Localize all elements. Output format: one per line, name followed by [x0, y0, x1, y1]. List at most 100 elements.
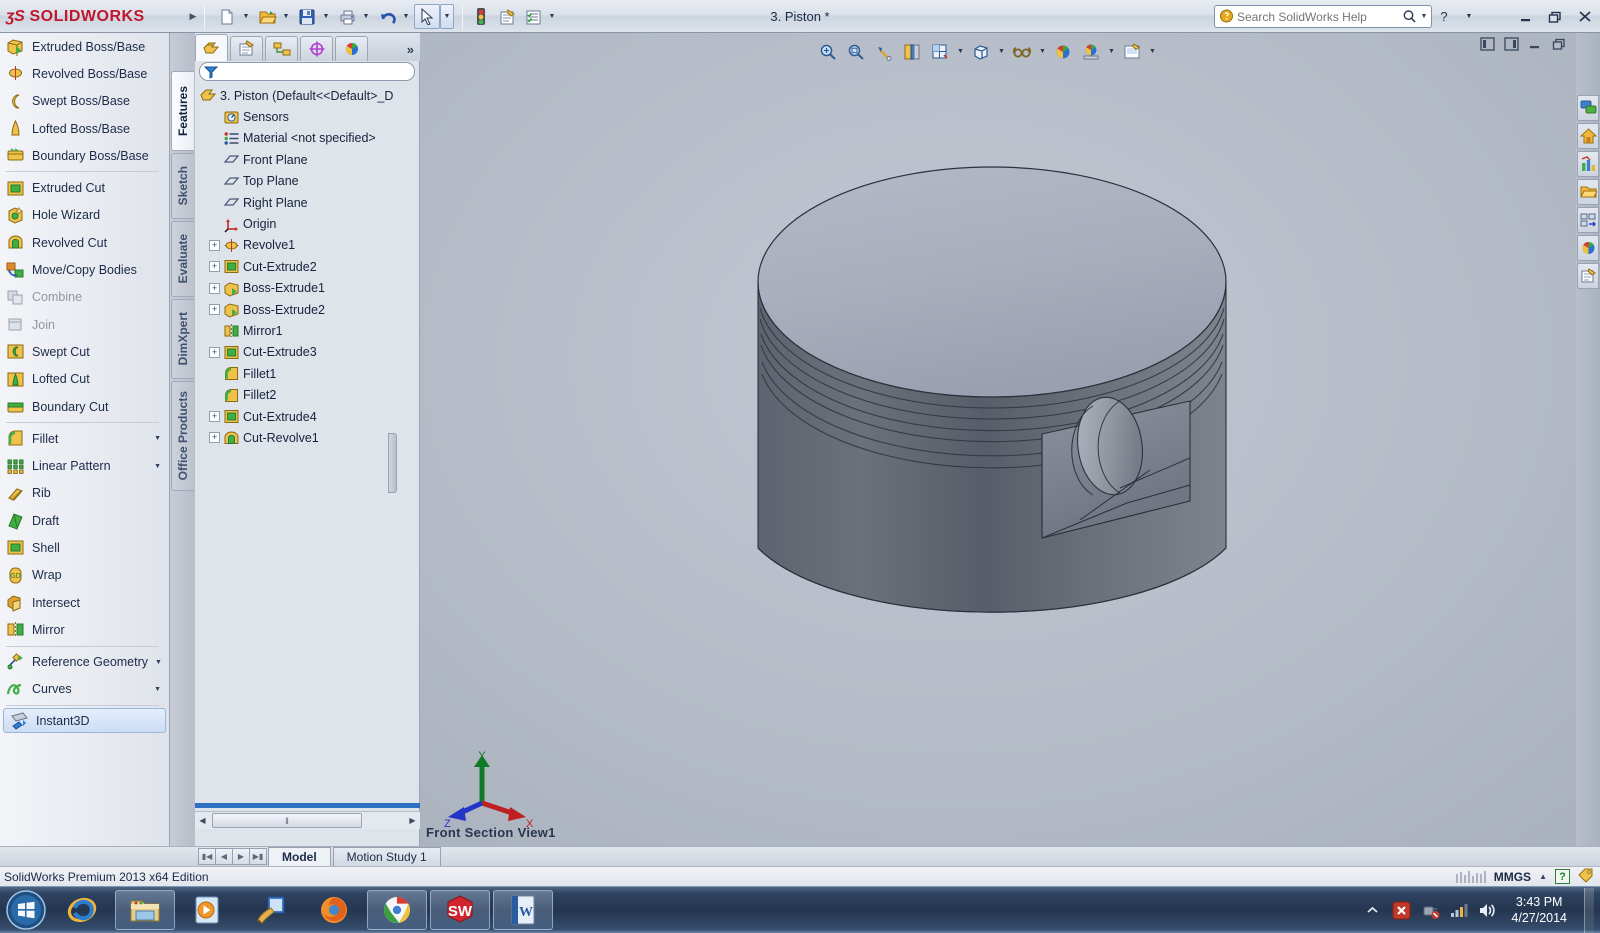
new-document-button[interactable]: [214, 4, 240, 29]
command-wrap[interactable]: GD Wrap: [0, 562, 169, 589]
word-taskbar-icon[interactable]: W: [493, 890, 553, 930]
panel-resize-grip[interactable]: [388, 433, 397, 493]
feature-tree-filter-input[interactable]: [218, 64, 414, 79]
tree-item-fillet2[interactable]: Fillet2: [195, 384, 420, 405]
previous-tab-icon[interactable]: ◀: [215, 848, 233, 865]
command-swept-cut[interactable]: Swept Cut: [0, 338, 169, 365]
undo-button[interactable]: [374, 4, 400, 29]
status-tag-icon[interactable]: [1578, 868, 1594, 886]
command-revolved-boss-base[interactable]: Revolved Boss/Base: [0, 60, 169, 87]
tree-item-cut-extrude2[interactable]: + Cut-Extrude2: [195, 256, 420, 277]
options-button[interactable]: [520, 4, 546, 29]
search-icon[interactable]: [1399, 9, 1419, 24]
help-button[interactable]: ?: [1433, 6, 1455, 27]
antivirus-alert-icon[interactable]: [1391, 900, 1411, 920]
command-lofted-boss-base[interactable]: Lofted Boss/Base: [0, 115, 169, 142]
tree-item-boss-extrude2[interactable]: + Boss-Extrude2: [195, 299, 420, 320]
graphics-area[interactable]: ▼ ▼ ▼ ▼ ▼ Y X Z Front Section View1: [420, 33, 1600, 846]
solidworks-resources-button[interactable]: [1577, 95, 1599, 121]
side-tab-dimxpert[interactable]: DimXpert: [171, 299, 194, 379]
dimxpert-manager-tab[interactable]: [300, 36, 333, 61]
network-signal-icon[interactable]: [1449, 900, 1469, 920]
options-dropdown-icon[interactable]: ▼: [546, 4, 558, 29]
units-dropdown-icon[interactable]: ▲: [1539, 872, 1547, 881]
scroll-right-icon[interactable]: ▶: [405, 813, 420, 829]
command-swept-boss-base[interactable]: Swept Boss/Base: [0, 88, 169, 115]
tree-item-cut-extrude4[interactable]: + Cut-Extrude4: [195, 406, 420, 427]
internet-explorer-taskbar-icon[interactable]: [52, 890, 112, 930]
new-document-dropdown-icon[interactable]: ▼: [240, 4, 252, 29]
taskbar-clock[interactable]: 3:43 PM 4/27/2014: [1507, 894, 1573, 926]
expand-icon[interactable]: +: [209, 346, 220, 358]
save-document-button[interactable]: [294, 4, 320, 29]
start-button[interactable]: [3, 888, 49, 932]
command-rib[interactable]: Rib: [0, 480, 169, 507]
expand-icon[interactable]: +: [209, 411, 220, 423]
next-tab-icon[interactable]: ▶: [232, 848, 250, 865]
command-combine[interactable]: Combine: [0, 284, 169, 311]
feature-tree-horizontal-scrollbar[interactable]: ◀ ‖ ▶: [195, 811, 420, 829]
open-document-dropdown-icon[interactable]: ▼: [280, 4, 292, 29]
command-extruded-cut[interactable]: Extruded Cut: [0, 174, 169, 201]
scroll-thumb[interactable]: ‖: [212, 813, 362, 828]
tree-item-right-plane[interactable]: Right Plane: [195, 192, 420, 213]
print-document-dropdown-icon[interactable]: ▼: [360, 4, 372, 29]
close-window-button[interactable]: [1574, 6, 1596, 27]
last-tab-icon[interactable]: ▶▮: [249, 848, 267, 865]
more-tabs-icon[interactable]: »: [407, 42, 414, 61]
feature-manager-tab[interactable]: [195, 34, 228, 61]
select-tool-button[interactable]: [414, 4, 440, 29]
command-reference-geometry[interactable]: Reference Geometry ▼: [0, 649, 169, 676]
command-revolved-cut[interactable]: Revolved Cut: [0, 229, 169, 256]
network-unplugged-icon[interactable]: [1420, 900, 1440, 920]
piston-3d-model[interactable]: Y X Z: [420, 33, 1600, 846]
tree-item-cut-revolve1[interactable]: + Cut-Revolve1: [195, 427, 420, 448]
search-folder-button[interactable]: [1577, 179, 1599, 205]
tree-item-boss-extrude1[interactable]: + Boss-Extrude1: [195, 278, 420, 299]
tree-item-cut-extrude3[interactable]: + Cut-Extrude3: [195, 342, 420, 363]
command-move-copy-bodies[interactable]: Move/Copy Bodies: [0, 256, 169, 283]
side-tab-evaluate[interactable]: Evaluate: [171, 221, 194, 297]
command-shell[interactable]: Shell: [0, 534, 169, 561]
first-tab-icon[interactable]: ▮◀: [198, 848, 216, 865]
undo-dropdown-icon[interactable]: ▼: [400, 4, 412, 29]
save-document-dropdown-icon[interactable]: ▼: [320, 4, 332, 29]
tree-item-top-plane[interactable]: Top Plane: [195, 171, 420, 192]
tree-item-sensors[interactable]: Sensors: [195, 106, 420, 127]
custom-properties-button[interactable]: [1577, 263, 1599, 289]
side-tab-features[interactable]: Features: [171, 71, 194, 151]
design-library-button[interactable]: [1577, 123, 1599, 149]
property-manager-tab[interactable]: [230, 36, 263, 61]
paint-taskbar-icon[interactable]: [241, 890, 301, 930]
command-dropdown-icon[interactable]: ▼: [154, 686, 161, 693]
show-desktop-button[interactable]: [1584, 887, 1594, 933]
command-instant3d[interactable]: Instant3D: [3, 708, 166, 734]
expand-icon[interactable]: +: [209, 432, 220, 444]
tree-item-front-plane[interactable]: Front Plane: [195, 149, 420, 170]
file-explorer-button[interactable]: [1577, 151, 1599, 177]
chrome-taskbar-icon[interactable]: [367, 890, 427, 930]
feature-tree-rollback-bar[interactable]: [195, 803, 420, 808]
tab-motion-study-1[interactable]: Motion Study 1: [332, 847, 441, 866]
tree-item-material-not-specified[interactable]: Material <not specified>: [195, 128, 420, 149]
units-indicator[interactable]: MMGS: [1494, 870, 1531, 884]
solidworks-taskbar-icon[interactable]: SW: [430, 890, 490, 930]
configuration-manager-tab[interactable]: [265, 36, 298, 61]
search-dropdown-icon[interactable]: ▼: [1419, 13, 1429, 20]
feature-tree-filter[interactable]: [199, 62, 415, 81]
tree-item-3-piston-default-default-d[interactable]: 3. Piston (Default<<Default>_D: [195, 85, 420, 106]
status-help-badge[interactable]: ?: [1555, 869, 1570, 884]
restore-window-button[interactable]: [1544, 6, 1566, 27]
expand-icon[interactable]: +: [209, 261, 220, 273]
tree-item-revolve1[interactable]: + Revolve1: [195, 235, 420, 256]
command-linear-pattern[interactable]: Linear Pattern ▼: [0, 452, 169, 479]
minimize-window-button[interactable]: [1514, 6, 1536, 27]
command-draft[interactable]: Draft: [0, 507, 169, 534]
open-document-button[interactable]: [254, 4, 280, 29]
command-extruded-boss-base[interactable]: Extruded Boss/Base: [0, 33, 169, 60]
volume-icon[interactable]: [1478, 900, 1498, 920]
tree-item-origin[interactable]: Origin: [195, 213, 420, 234]
rebuild-button[interactable]: [468, 4, 494, 29]
scroll-left-icon[interactable]: ◀: [195, 813, 210, 829]
file-properties-button[interactable]: [494, 4, 520, 29]
